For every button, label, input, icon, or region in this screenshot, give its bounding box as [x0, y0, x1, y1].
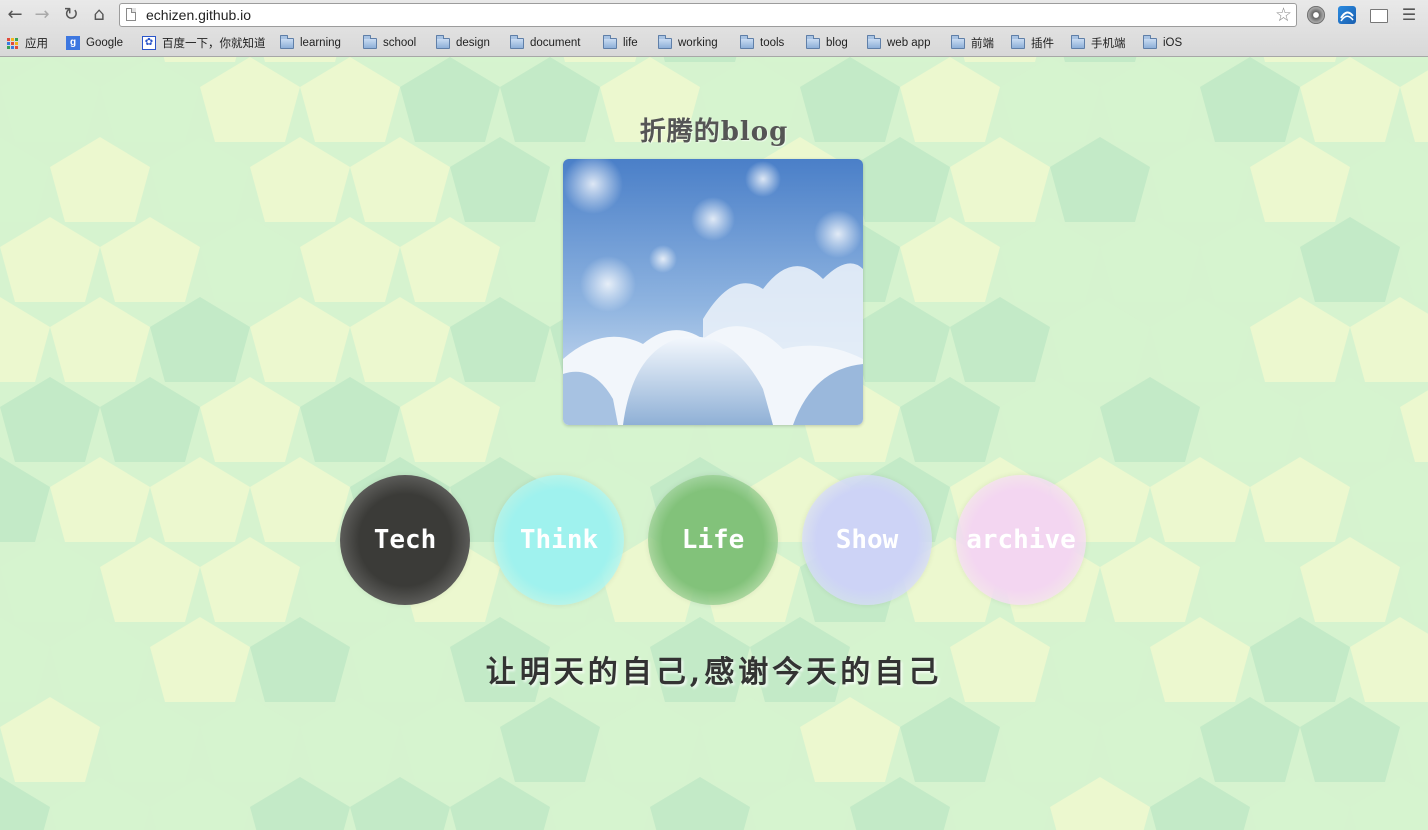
bookmark-label: 插件	[1031, 38, 1054, 50]
nav-label: Tech	[373, 525, 437, 555]
nav-circle-show[interactable]: Show	[802, 475, 932, 605]
bookmark-label: life	[623, 37, 638, 49]
back-arrow-icon[interactable]: ←	[4, 4, 26, 26]
background-tile	[863, 57, 937, 62]
folder-icon	[740, 34, 754, 49]
bookmark-label: learning	[300, 37, 341, 49]
folder-icon	[951, 34, 965, 49]
bookmark-folder-document[interactable]: document	[510, 34, 581, 52]
menu-icon[interactable]: ☰	[1398, 4, 1420, 26]
bookmark-label: school	[383, 37, 417, 49]
bookmark-folder-plugins[interactable]: 插件	[1011, 34, 1054, 52]
background-tile	[263, 57, 337, 62]
background-tile	[63, 57, 137, 62]
folder-icon	[1143, 34, 1157, 49]
bookmark-folder-life[interactable]: life	[603, 34, 638, 52]
bookmark-label: web app	[887, 37, 931, 49]
folder-icon	[658, 34, 672, 49]
folder-icon	[806, 34, 820, 49]
background-tile	[963, 57, 1037, 62]
folder-icon	[436, 34, 450, 49]
nav-circle-archive[interactable]: archive	[956, 475, 1086, 605]
apps-icon	[7, 37, 18, 49]
nav-label: Show	[835, 525, 899, 555]
bookmark-label: working	[678, 37, 718, 49]
url-text[interactable]: echizen.github.io	[146, 7, 251, 23]
bookmark-label: blog	[826, 37, 848, 49]
background-tile	[563, 57, 637, 62]
nav-circle-life[interactable]: Life	[648, 475, 778, 605]
page-title: 折腾的blog	[639, 117, 789, 147]
bookmark-google[interactable]: g Google	[66, 34, 123, 52]
address-bar[interactable]: echizen.github.io ☆	[119, 3, 1297, 27]
nav-circle-think[interactable]: Think	[494, 475, 624, 605]
browser-toolbar: ← → ↻ ⌂ echizen.github.io ☆ ☰	[0, 0, 1428, 32]
bookmark-folder-tools[interactable]: tools	[740, 34, 784, 52]
background-tile	[363, 57, 437, 62]
bookmark-label: 应用	[25, 38, 48, 50]
browser-chrome: ← → ↻ ⌂ echizen.github.io ☆ ☰ 应用 g Googl…	[0, 0, 1428, 57]
bookmark-folder-mobile[interactable]: 手机端	[1071, 34, 1126, 52]
window-icon[interactable]	[1370, 9, 1388, 23]
extension-wave-icon[interactable]	[1338, 6, 1356, 24]
bookmark-label: tools	[760, 37, 785, 49]
bookmark-label: 手机端	[1091, 38, 1126, 50]
folder-icon	[363, 34, 377, 49]
folder-icon	[1011, 34, 1025, 49]
bookmark-baidu[interactable]: ✿ 百度一下，你就知道	[142, 34, 266, 52]
bookmark-label: 前端	[971, 38, 994, 50]
bookmark-folder-ios[interactable]: iOS	[1143, 34, 1182, 52]
nav-label: Think	[519, 525, 599, 555]
bookmark-folder-learning[interactable]: learning	[280, 34, 341, 52]
settings-gear-icon[interactable]	[1307, 6, 1325, 24]
bookmarks-bar: 应用 g Google ✿ 百度一下，你就知道 learning school …	[0, 32, 1428, 54]
nav-circle-tech[interactable]: Tech	[340, 475, 470, 605]
page-icon	[126, 8, 136, 21]
forward-arrow-icon[interactable]: →	[31, 4, 53, 26]
bookmark-label: Google	[86, 37, 124, 49]
bookmark-folder-working[interactable]: working	[658, 34, 718, 52]
bookmark-folder-web-app[interactable]: web app	[867, 34, 930, 52]
google-icon: g	[66, 36, 80, 50]
reload-icon[interactable]: ↻	[60, 4, 82, 26]
page-viewport: 折腾的blog Tech Think Life Show archive 让明天…	[0, 57, 1428, 830]
bookmark-star-icon[interactable]: ☆	[1275, 4, 1292, 26]
bookmark-label: 百度一下，你就知道	[162, 38, 266, 50]
bookmark-label: iOS	[1163, 37, 1183, 49]
bookmark-folder-blog[interactable]: blog	[806, 34, 848, 52]
home-icon[interactable]: ⌂	[88, 4, 110, 26]
nav-label: Life	[681, 525, 745, 555]
background-tile	[1063, 57, 1137, 62]
background-tile	[163, 57, 237, 62]
background-tile	[1263, 57, 1337, 62]
background-tile	[1163, 57, 1237, 62]
bookmark-folder-school[interactable]: school	[363, 34, 416, 52]
background-tile	[463, 57, 537, 62]
bookmark-folder-design[interactable]: design	[436, 34, 490, 52]
background-tile	[663, 57, 737, 62]
hero-image	[563, 159, 863, 425]
background-tile	[763, 57, 837, 62]
bookmark-label: design	[456, 37, 490, 49]
folder-icon	[510, 34, 524, 49]
baidu-icon: ✿	[142, 36, 156, 50]
folder-icon	[1071, 34, 1085, 49]
bookmark-folder-frontend[interactable]: 前端	[951, 34, 994, 52]
bookmark-label: document	[530, 37, 581, 49]
motto-text: 让明天的自己,感谢今天的自己	[485, 655, 943, 690]
folder-icon	[603, 34, 617, 49]
bookmark-apps[interactable]: 应用	[7, 34, 48, 52]
folder-icon	[867, 34, 881, 49]
nav-label: archive	[966, 525, 1076, 555]
folder-icon	[280, 34, 294, 49]
